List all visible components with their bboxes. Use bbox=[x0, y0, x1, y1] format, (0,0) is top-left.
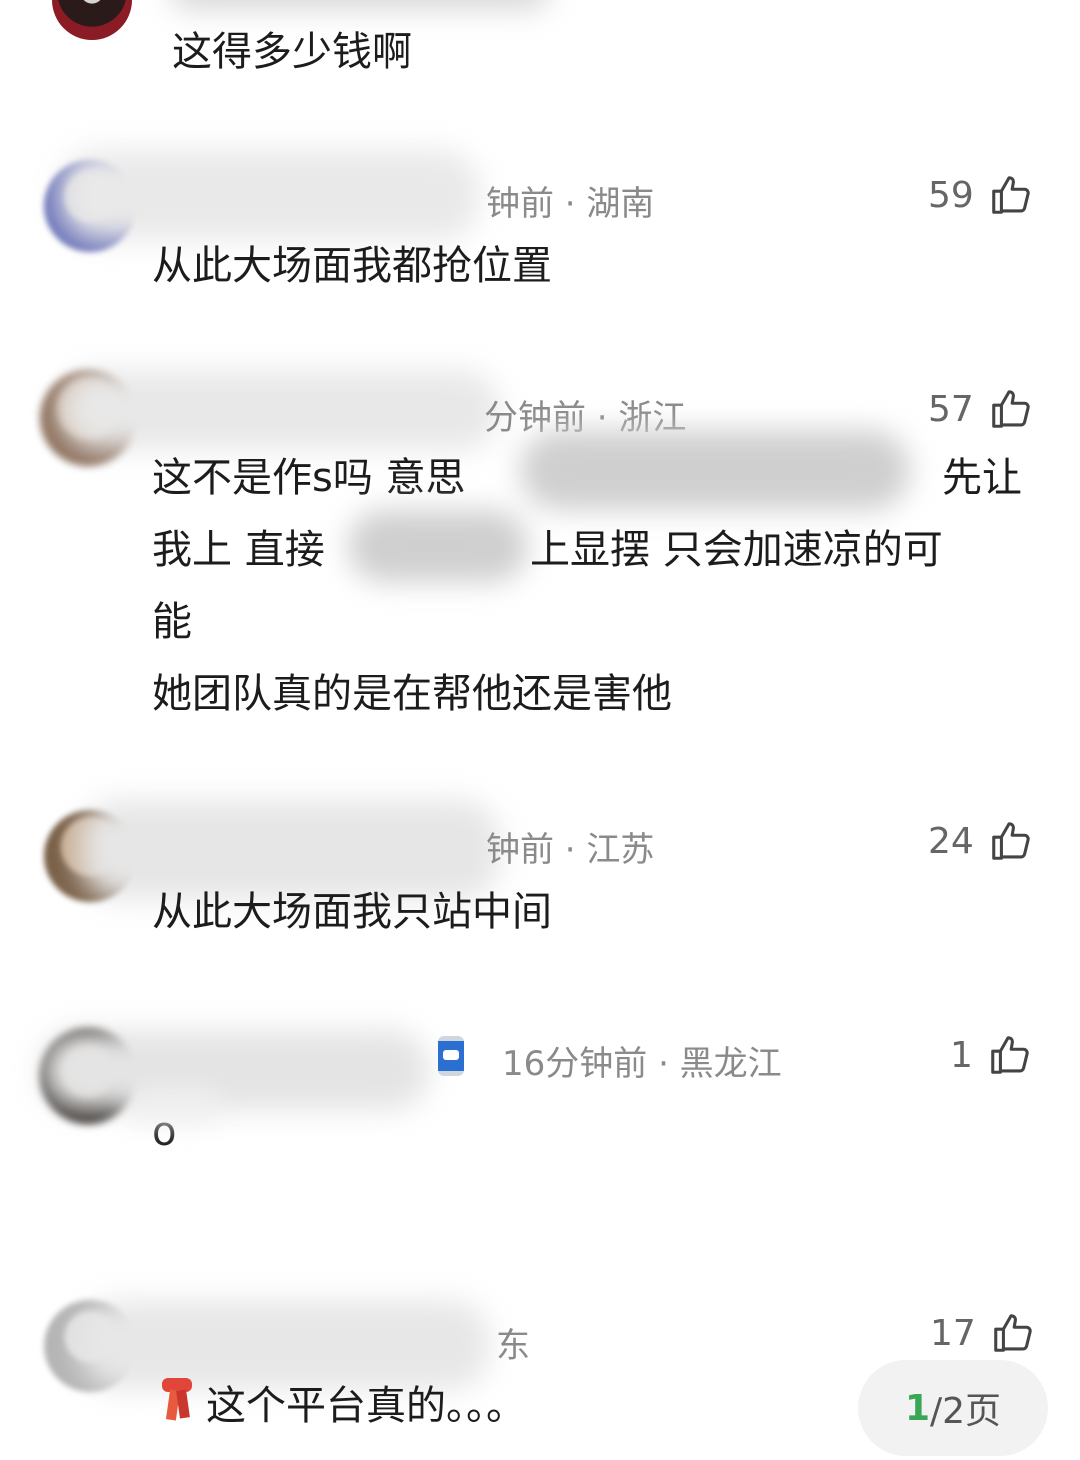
like-button[interactable]: 17 bbox=[930, 1310, 1036, 1356]
comment-text: 这个平台真的。。。 bbox=[206, 1383, 526, 1429]
username-blurred bbox=[60, 370, 500, 450]
like-count: 59 bbox=[928, 174, 974, 216]
like-button[interactable]: 59 bbox=[928, 172, 1034, 218]
username-blurred bbox=[40, 1030, 430, 1110]
thumbs-up-icon bbox=[994, 1314, 1032, 1352]
page-indicator[interactable]: 1 /2页 bbox=[858, 1360, 1048, 1456]
comment-meta: 钟前 · 湖南 bbox=[486, 184, 655, 224]
comment-text-line: 我上 直接 bbox=[152, 527, 325, 573]
like-button[interactable]: 24 bbox=[928, 818, 1034, 864]
like-button[interactable]: 1 bbox=[950, 1032, 1033, 1078]
censor-blur bbox=[130, 1090, 220, 1122]
thumbs-up-icon bbox=[992, 822, 1030, 860]
username-blurred bbox=[170, 0, 550, 10]
comment-text: 这得多少钱啊 bbox=[172, 29, 412, 75]
comment-text-line: 她团队真的是在帮他还是害他 bbox=[152, 671, 672, 717]
like-count: 17 bbox=[930, 1312, 976, 1354]
comment-meta: 钟前 · 江苏 bbox=[486, 830, 655, 870]
comment-text: 从此大场面我都抢位置 bbox=[152, 243, 552, 289]
like-count: 24 bbox=[928, 820, 974, 862]
comment-text: 从此大场面我只站中间 bbox=[152, 889, 552, 935]
current-page: 1 bbox=[904, 1387, 930, 1429]
censor-blur bbox=[348, 510, 528, 582]
scarf-icon bbox=[160, 1378, 194, 1422]
like-button[interactable]: 57 bbox=[928, 386, 1034, 432]
like-count: 57 bbox=[928, 388, 974, 430]
thumbs-up-icon bbox=[992, 176, 1030, 214]
comment-text-line: 这不是作s吗 意思 bbox=[152, 455, 466, 501]
censor-blur bbox=[520, 430, 910, 510]
comment-text-line: 能 bbox=[152, 599, 192, 645]
comment-meta: 东 bbox=[496, 1326, 530, 1366]
thumbs-up-icon bbox=[991, 1036, 1029, 1074]
like-count: 1 bbox=[950, 1034, 973, 1076]
thumbs-up-icon bbox=[992, 390, 1030, 428]
total-pages: /2页 bbox=[930, 1391, 1002, 1432]
can-badge-icon bbox=[438, 1036, 464, 1076]
avatar[interactable] bbox=[52, 0, 132, 40]
comment-meta: 16分钟前 · 黑龙江 bbox=[502, 1044, 782, 1084]
comment-text-line: 上显摆 只会加速凉的可 bbox=[530, 527, 943, 573]
comment-text-line: 先让 bbox=[942, 455, 1022, 501]
username-blurred bbox=[60, 150, 480, 240]
